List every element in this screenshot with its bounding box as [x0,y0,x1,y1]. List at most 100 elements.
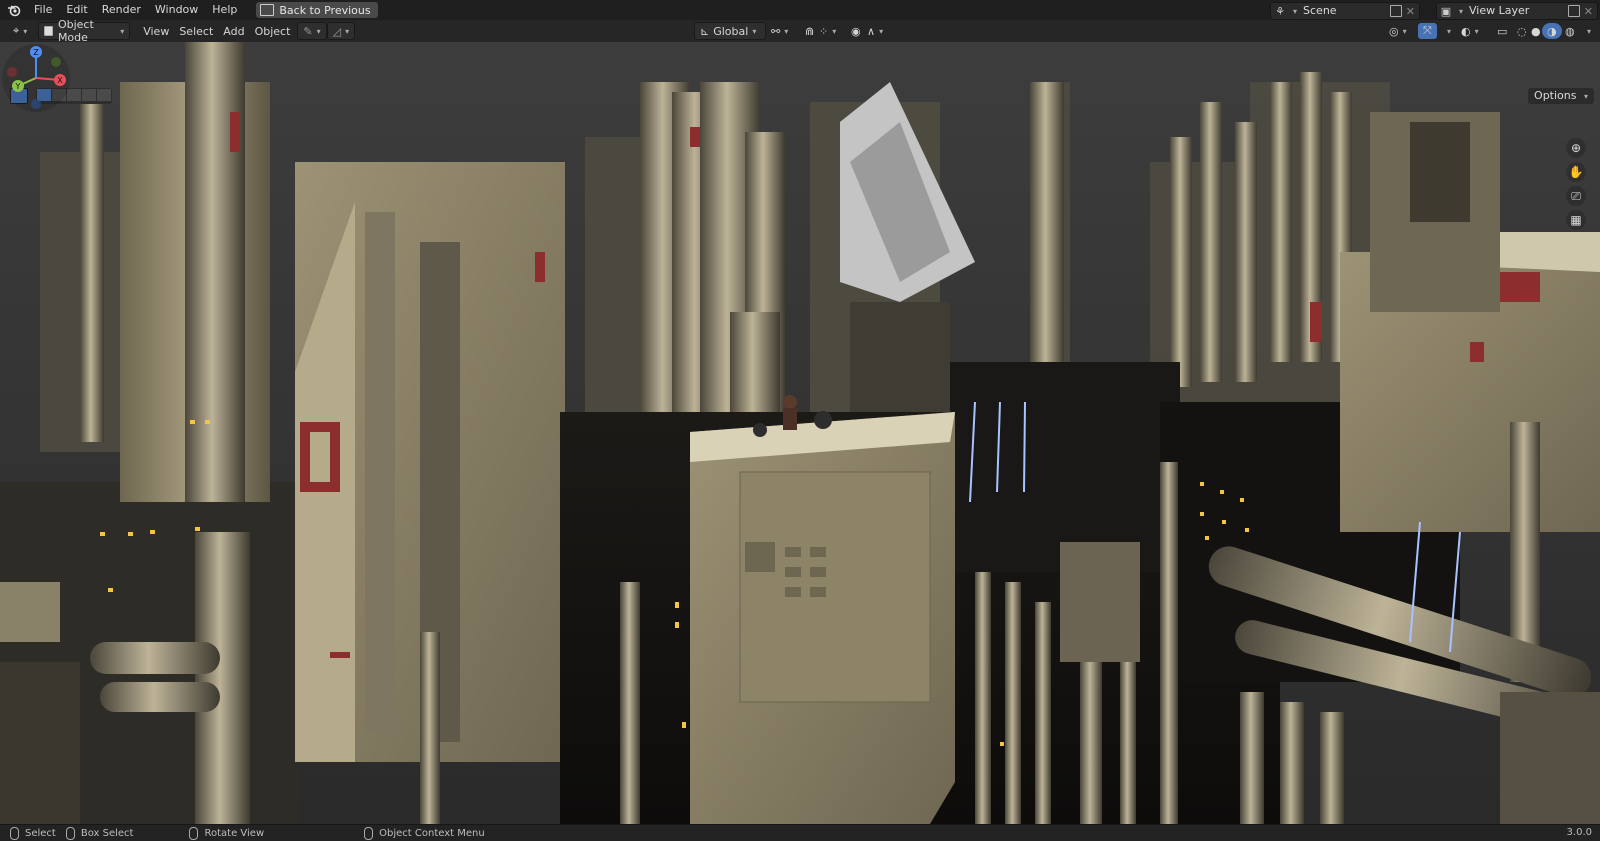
snap-target-button[interactable]: ⁘ ▾ [814,23,841,39]
falloff-button[interactable]: ∧ ▾ [862,23,888,39]
orientation-dropdown[interactable]: ⊾ Global ▾ [694,22,766,40]
menu-view[interactable]: View [138,23,174,39]
menu-edit[interactable]: Edit [59,0,94,20]
xray-icon: ▭ [1497,24,1508,38]
scene-render [0,42,1600,824]
status-context-menu-label: Object Context Menu [379,827,485,839]
select-intersect-icon[interactable] [97,89,111,101]
status-select: Select [10,826,56,840]
3d-viewport[interactable]: Options ▾ X Y Z ⊕ ✋ ⎚ ▦ [0,42,1600,824]
close-icon[interactable]: ✕ [1406,5,1415,18]
overlays-toggle[interactable]: ◐ ▾ [1456,23,1484,39]
status-select-label: Select [25,827,56,839]
version-label: 3.0.0 [1566,827,1592,838]
gizmo-options[interactable]: ▾ [1438,23,1456,39]
chevron-down-icon: ▾ [316,26,321,36]
grid-snap-icon: ⁘ [819,24,829,38]
falloff-curve-icon: ∧ [867,24,876,38]
gpencil-layer-button[interactable]: ✎ ▾ [297,22,327,40]
shading-rendered[interactable]: ◍ [1560,23,1580,39]
new-scene-icon[interactable] [1389,5,1402,17]
back-to-previous-label: Back to Previous [279,3,371,17]
menu-add[interactable]: Add [218,23,249,39]
status-context-menu: Object Context Menu [364,826,485,840]
pivot-icon: ⚯ [771,24,781,38]
visibility-button[interactable]: ◎ ▾ [1384,23,1412,39]
overlay-icon: ◐ [1461,24,1471,38]
magnet-icon: ⋒ [805,24,815,38]
mode-dropdown[interactable]: Object Mode ▾ [38,18,131,44]
solid-icon: ● [1531,24,1541,38]
chevron-down-icon: ▾ [752,26,757,36]
close-icon[interactable]: ✕ [1584,5,1593,18]
object-mode-icon [44,26,53,36]
shading-options[interactable]: ▾ [1578,23,1596,39]
annotation-button[interactable]: ◿ ▾ [326,22,356,40]
material-icon: ◑ [1547,24,1557,38]
view-layer-icon: ▣ [1440,4,1452,18]
pivot-point-button[interactable]: ⚯ ▾ [766,23,793,39]
status-rotate-view-label: Rotate View [204,827,265,839]
annotate-icon: ◿ [332,24,342,38]
eye-icon: ◎ [1389,24,1399,38]
scene-name[interactable]: Scene [1297,3,1386,19]
gizmo-icon: ⤧ [1423,24,1432,37]
chevron-down-icon: ▾ [23,26,28,36]
mouse-drag-icon [65,826,75,840]
status-rotate-view: Rotate View [189,826,265,840]
view3d-icon: ⌖ [13,24,20,37]
gizmo-y-label: Y [15,82,21,91]
rendered-icon: ◍ [1565,24,1575,38]
chevron-down-icon: ▾ [784,26,789,36]
mouse-right-icon [364,826,374,840]
viewport-header: ⌖ ▾ Object Mode ▾ View Select Add Object … [0,18,1600,44]
chevron-down-icon: ▾ [1447,26,1452,36]
menu-render[interactable]: Render [95,0,148,20]
scene-selector[interactable]: ⚘ ▾ Scene ✕ [1270,2,1420,20]
editor-type-button[interactable]: ⌖ ▾ [8,23,32,39]
gizmo-toggle[interactable]: ⤧ [1418,23,1437,39]
navigation-gizmo[interactable]: X Y Z [0,42,72,114]
chevron-down-icon: ▾ [832,26,837,36]
menu-object[interactable]: Object [250,23,296,39]
menu-select[interactable]: Select [174,23,218,39]
shading-material[interactable]: ◑ [1542,23,1562,39]
blender-logo-icon[interactable] [7,3,21,17]
back-to-previous-button[interactable]: Back to Previous [256,2,378,18]
mouse-middle-icon [189,826,199,840]
screen-icon [260,4,275,16]
camera-icon[interactable]: ⎚ [1566,186,1586,206]
gizmo-z-label: Z [33,48,39,57]
options-dropdown[interactable]: Options ▾ [1528,88,1594,104]
scene-icon: ⚘ [1275,4,1285,18]
orientation-label: Global [713,24,749,38]
chevron-down-icon: ▾ [1402,26,1407,36]
gizmo-x-label: X [57,76,63,85]
xray-toggle[interactable]: ▭ [1492,23,1512,39]
status-box-select-label: Box Select [80,827,134,839]
menu-help[interactable]: Help [205,0,244,20]
mode-label: Object Mode [57,18,94,44]
chevron-down-icon: ▾ [1474,26,1479,36]
pen-icon: ✎ [303,24,313,38]
chevron-down-icon: ▾ [1583,92,1588,101]
view-layer-name[interactable]: View Layer [1463,3,1564,19]
chevron-down-icon: ▾ [345,26,350,36]
status-bar: Select Box Select Rotate View Object Con… [0,824,1600,841]
select-invert-icon[interactable] [82,89,96,101]
status-box-select: Box Select [65,826,134,840]
chevron-down-icon: ▾ [879,26,884,36]
hand-pan-icon[interactable]: ✋ [1566,162,1586,182]
menu-window[interactable]: Window [148,0,205,20]
view-layer-selector[interactable]: ▣ ▾ View Layer ✕ [1436,2,1598,20]
zoom-icon[interactable]: ⊕ [1566,138,1586,158]
grid-perspective-icon[interactable]: ▦ [1566,210,1586,230]
new-view-layer-icon[interactable] [1567,5,1580,17]
chevron-down-icon: ▾ [120,26,125,36]
options-label: Options [1534,89,1577,102]
orientation-icon: ⊾ [700,24,710,38]
menu-file[interactable]: File [27,0,59,20]
top-menu-bar: File Edit Render Window Help Back to Pre… [0,0,1600,21]
mouse-left-icon [10,826,19,840]
chevron-down-icon: ▾ [1587,26,1592,36]
